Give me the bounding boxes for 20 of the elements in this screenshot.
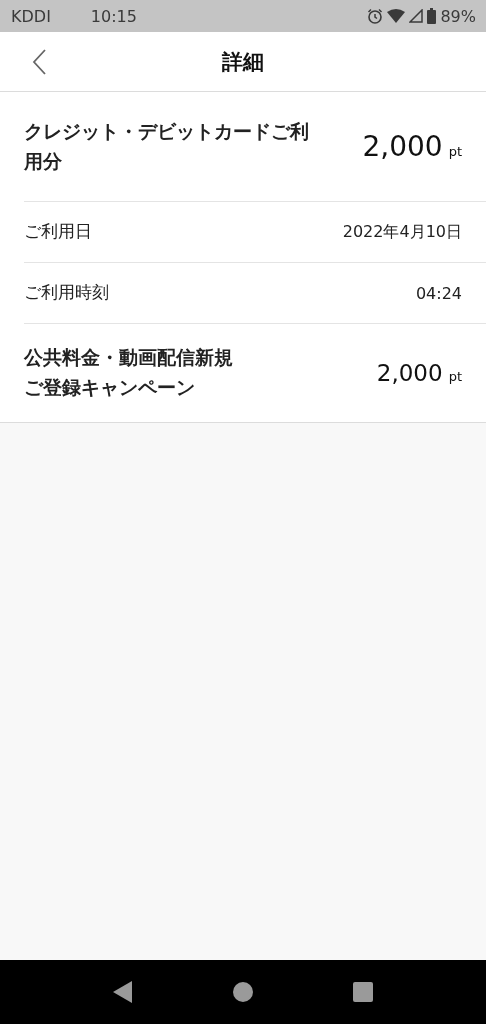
- detail-value: 04:24: [415, 283, 462, 303]
- points-amount: 2,000: [362, 130, 443, 163]
- back-icon[interactable]: [113, 981, 133, 1003]
- alarm-icon: [367, 8, 384, 24]
- battery-percent: 89%: [440, 6, 476, 26]
- detail-label: ご利用日: [24, 220, 92, 243]
- page-title: 詳細: [222, 48, 264, 76]
- points-unit: pt: [448, 144, 462, 159]
- points-amount: 2,000: [376, 360, 443, 386]
- item-name: 公共料金・動画配信新規 ご登録キャンペーン: [24, 346, 233, 400]
- battery-icon: [427, 8, 437, 24]
- home-icon[interactable]: [233, 982, 253, 1002]
- clock-time: 10:15: [90, 6, 137, 26]
- item-name: クレジット・デビットカードご利用分: [24, 119, 310, 174]
- points-unit: pt: [448, 369, 462, 384]
- carrier-name: KDDI: [11, 6, 51, 26]
- detail-value: 2022年4月10日: [342, 221, 462, 243]
- detail-label: ご利用時刻: [24, 281, 109, 304]
- wifi-icon: [387, 9, 406, 23]
- signal-icon: [409, 9, 424, 23]
